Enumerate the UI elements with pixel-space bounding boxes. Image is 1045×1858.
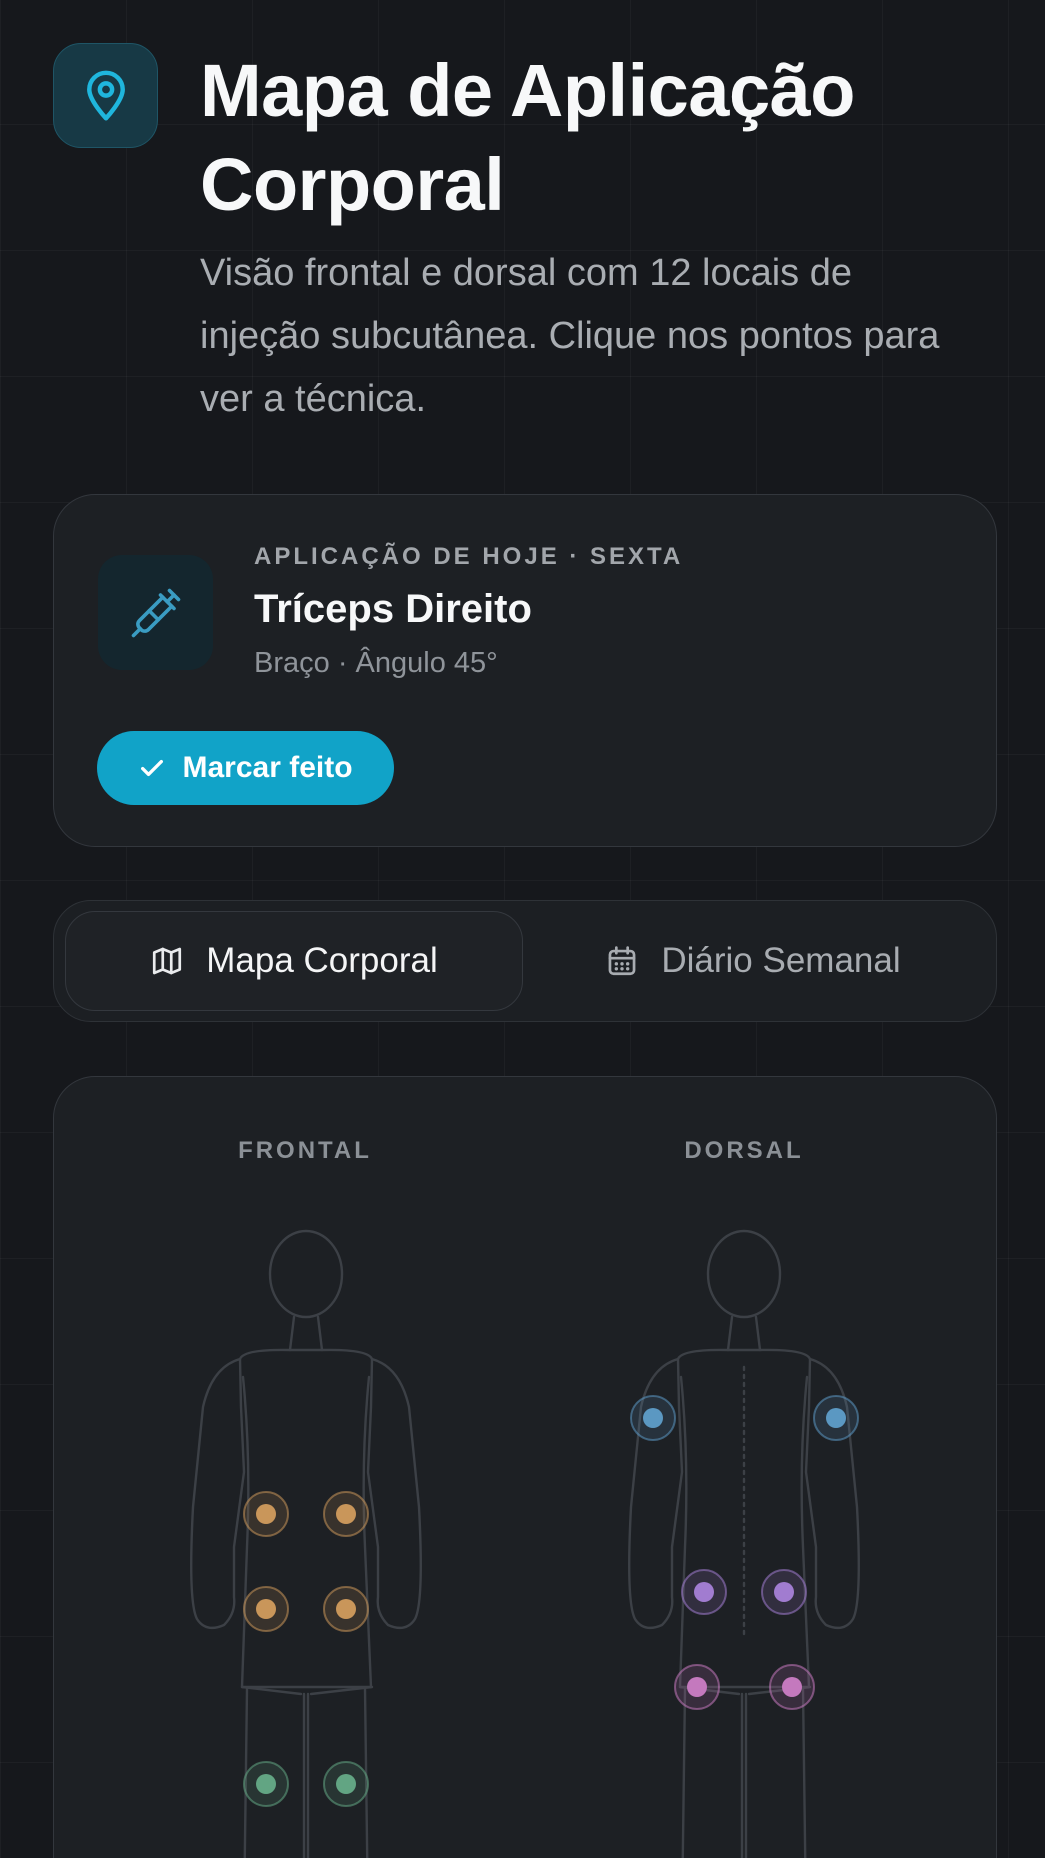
tab-weekly-diary[interactable]: Diário Semanal bbox=[524, 911, 982, 1011]
mark-done-button[interactable]: Marcar feito bbox=[97, 731, 394, 805]
today-card: APLICAÇÃO DE HOJE · SEXTA Tríceps Direit… bbox=[53, 494, 997, 847]
site-thigh-left[interactable] bbox=[243, 1761, 289, 1807]
syringe-icon-box bbox=[98, 555, 213, 670]
site-triceps-right[interactable] bbox=[813, 1395, 859, 1441]
back-body-outline bbox=[628, 1229, 860, 1858]
mark-done-label: Marcar feito bbox=[182, 751, 353, 784]
today-eyebrow: APLICAÇÃO DE HOJE · SEXTA bbox=[254, 543, 684, 570]
site-abdomen-upper-right[interactable] bbox=[323, 1491, 369, 1537]
body-map-card: FRONTAL DORSAL bbox=[53, 1076, 997, 1858]
check-icon bbox=[141, 759, 164, 777]
site-flank-left[interactable] bbox=[681, 1569, 727, 1615]
site-glute-right[interactable] bbox=[769, 1664, 815, 1710]
map-pin-icon bbox=[86, 70, 125, 121]
site-thigh-right[interactable] bbox=[323, 1761, 369, 1807]
view-tabs: Mapa Corporal Diário Semanal bbox=[53, 900, 997, 1022]
site-triceps-left[interactable] bbox=[630, 1395, 676, 1441]
today-site-name: Tríceps Direito bbox=[254, 587, 532, 631]
tab-body-map[interactable]: Mapa Corporal bbox=[65, 911, 523, 1011]
map-icon bbox=[153, 947, 182, 975]
page-title: Mapa de Aplicação Corporal bbox=[200, 49, 855, 226]
page-subtitle: Visão frontal e dorsal com 12 locais de … bbox=[200, 252, 940, 420]
site-glute-left[interactable] bbox=[674, 1664, 720, 1710]
body-map-canvas bbox=[190, 1229, 860, 1858]
tab-body-map-label: Mapa Corporal bbox=[206, 941, 438, 980]
header-icon-box bbox=[53, 43, 158, 148]
syringe-icon bbox=[131, 588, 180, 637]
site-abdomen-upper-left[interactable] bbox=[243, 1491, 289, 1537]
calendar-icon bbox=[608, 946, 636, 976]
site-abdomen-lower-left[interactable] bbox=[243, 1586, 289, 1632]
front-body-outline bbox=[190, 1229, 422, 1858]
today-site-details: Braço · Ângulo 45° bbox=[254, 647, 498, 679]
site-flank-right[interactable] bbox=[761, 1569, 807, 1615]
site-abdomen-lower-right[interactable] bbox=[323, 1586, 369, 1632]
tab-weekly-diary-label: Diário Semanal bbox=[661, 941, 901, 980]
